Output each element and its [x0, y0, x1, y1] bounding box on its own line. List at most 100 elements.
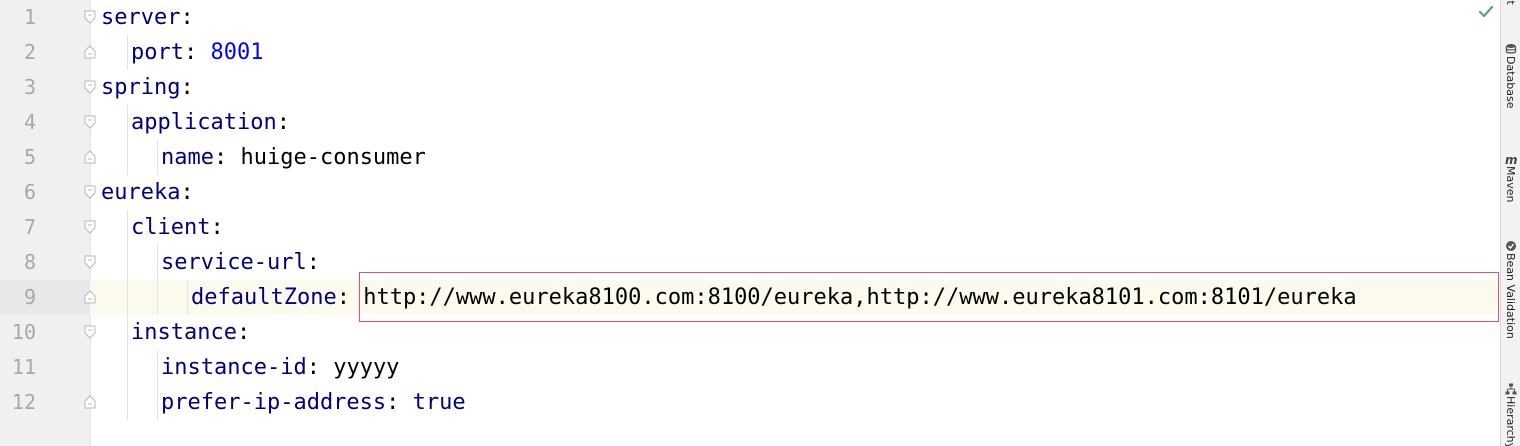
yaml-value: 8001 — [210, 40, 264, 65]
line-number: 11 — [11, 355, 36, 379]
yaml-key: client — [131, 215, 211, 240]
code-text[interactable]: service-url: — [161, 245, 320, 280]
yaml-colon: : — [210, 215, 224, 240]
fold-expand-icon[interactable] — [84, 255, 96, 269]
indent-guide — [157, 350, 158, 385]
fold-expand-icon[interactable] — [84, 220, 96, 234]
line-number: 2 — [23, 40, 36, 64]
indent-guide — [127, 210, 128, 245]
fold-end-icon[interactable] — [84, 45, 96, 59]
indent-guide — [127, 315, 128, 350]
code-text[interactable]: instance-id: yyyyy — [161, 350, 399, 385]
tool-tab-label: Hierarchy — [1504, 396, 1517, 446]
indent-guide — [187, 280, 188, 315]
code-line[interactable]: 5 name: huige-consumer — [0, 140, 1500, 175]
indent-guide — [127, 350, 128, 385]
fold-expand-icon[interactable] — [84, 115, 96, 129]
code-line[interactable]: 12 prefer-ip-address: true — [0, 385, 1500, 420]
fold-end-icon[interactable] — [84, 150, 96, 164]
svg-text:m: m — [1505, 153, 1517, 165]
code-line[interactable]: 2 port: 8001 — [0, 35, 1500, 70]
hierarchy-icon — [1505, 380, 1517, 395]
tool-tab-label: Database — [1504, 56, 1517, 109]
indent-guide — [157, 385, 158, 420]
line-number: 10 — [11, 320, 36, 344]
code-line[interactable]: 11 instance-id: yyyyy — [0, 350, 1500, 385]
indent-guide — [157, 140, 158, 175]
yaml-colon: : — [180, 75, 194, 100]
code-text[interactable]: port: 8001 — [131, 35, 263, 70]
yaml-value: yyyyy — [333, 355, 400, 380]
indent-guide — [157, 245, 158, 280]
line-number: 8 — [23, 250, 36, 274]
code-line[interactable]: 8 service-url: — [0, 245, 1500, 280]
yaml-colon: : — [336, 285, 350, 310]
fold-end-icon[interactable] — [84, 395, 96, 409]
code-text[interactable]: application: — [131, 105, 290, 140]
code-text[interactable]: server: — [101, 0, 194, 35]
tool-tab-label: Bean Validation — [1504, 253, 1517, 339]
line-number: 6 — [23, 180, 36, 204]
yaml-key: application — [131, 110, 277, 135]
code-text[interactable]: prefer-ip-address: true — [161, 385, 466, 420]
database-icon — [1505, 40, 1517, 54]
yaml-key: defaultZone — [191, 285, 337, 310]
yaml-key: name — [161, 145, 214, 170]
yaml-key: server — [101, 5, 181, 30]
code-line[interactable]: 1 server: — [0, 0, 1500, 35]
yaml-colon: : — [180, 5, 194, 30]
code-text[interactable]: client: — [131, 210, 224, 245]
line-number: 3 — [23, 75, 36, 99]
yaml-key: service-url — [161, 250, 307, 275]
fold-expand-icon[interactable] — [84, 185, 96, 199]
code-text[interactable]: defaultZone: http://www.eureka8100.com:8… — [191, 280, 1357, 315]
indent-guide — [127, 280, 128, 315]
code-text[interactable]: spring: — [101, 70, 194, 105]
indent-guide — [157, 280, 158, 315]
yaml-colon: : — [180, 180, 194, 205]
bean-validation-icon — [1505, 237, 1517, 251]
yaml-colon: : — [183, 40, 198, 65]
yaml-key: eureka — [101, 180, 181, 205]
line-number: 9 — [23, 285, 36, 309]
tool-tab-label: Ant — [1503, 0, 1517, 5]
indent-guide — [127, 245, 128, 280]
yaml-key: instance — [131, 320, 237, 345]
ide-window: 1 server: 2 port: 8001 3 spring: 4 application:… — [0, 0, 1520, 446]
code-editor[interactable]: 1 server: 2 port: 8001 3 spring: 4 application:… — [0, 0, 1500, 420]
code-line[interactable]: 3 spring: — [0, 70, 1500, 105]
code-line[interactable]: 9 defaultZone: http://www.eureka8100.com:… — [0, 280, 1500, 315]
code-text[interactable]: instance: — [131, 315, 250, 350]
line-number: 12 — [11, 390, 36, 414]
line-number: 1 — [23, 5, 36, 29]
maven-icon: m — [1505, 150, 1518, 167]
yaml-colon: : — [306, 250, 320, 275]
line-number: 5 — [23, 145, 36, 169]
code-line[interactable]: 4 application: — [0, 105, 1500, 140]
yaml-key: prefer-ip-address — [161, 390, 387, 415]
inspection-status[interactable] — [1476, 2, 1496, 22]
code-line[interactable]: 7 client: — [0, 210, 1500, 245]
line-number: 4 — [23, 110, 36, 134]
code-text[interactable]: name: huige-consumer — [161, 140, 426, 175]
yaml-value: huige-consumer — [240, 145, 426, 170]
yaml-colon: : — [236, 320, 251, 345]
right-tool-window-bar: Ant Database mMaven Bean Validation Hierarch… — [1500, 0, 1520, 446]
code-line[interactable]: 10 instance: — [0, 315, 1500, 350]
yaml-colon: : — [213, 145, 228, 170]
line-number: 7 — [23, 215, 36, 239]
check-icon — [1478, 5, 1494, 18]
fold-end-icon[interactable] — [84, 290, 96, 304]
fold-expand-icon[interactable] — [84, 80, 96, 94]
code-text[interactable]: eureka: — [101, 175, 194, 210]
fold-expand-icon[interactable] — [84, 10, 96, 24]
indent-guide — [127, 35, 128, 70]
code-line[interactable]: 6 eureka: — [0, 175, 1500, 210]
indent-guide — [127, 385, 128, 420]
yaml-key: spring — [101, 75, 181, 100]
yaml-key: instance-id — [161, 355, 307, 380]
fold-expand-icon[interactable] — [84, 325, 96, 339]
tool-tab-label: Maven — [1504, 166, 1517, 203]
yaml-colon: : — [306, 355, 320, 380]
yaml-value: http://www.eureka8100.com:8100/eureka,ht… — [363, 285, 1357, 310]
